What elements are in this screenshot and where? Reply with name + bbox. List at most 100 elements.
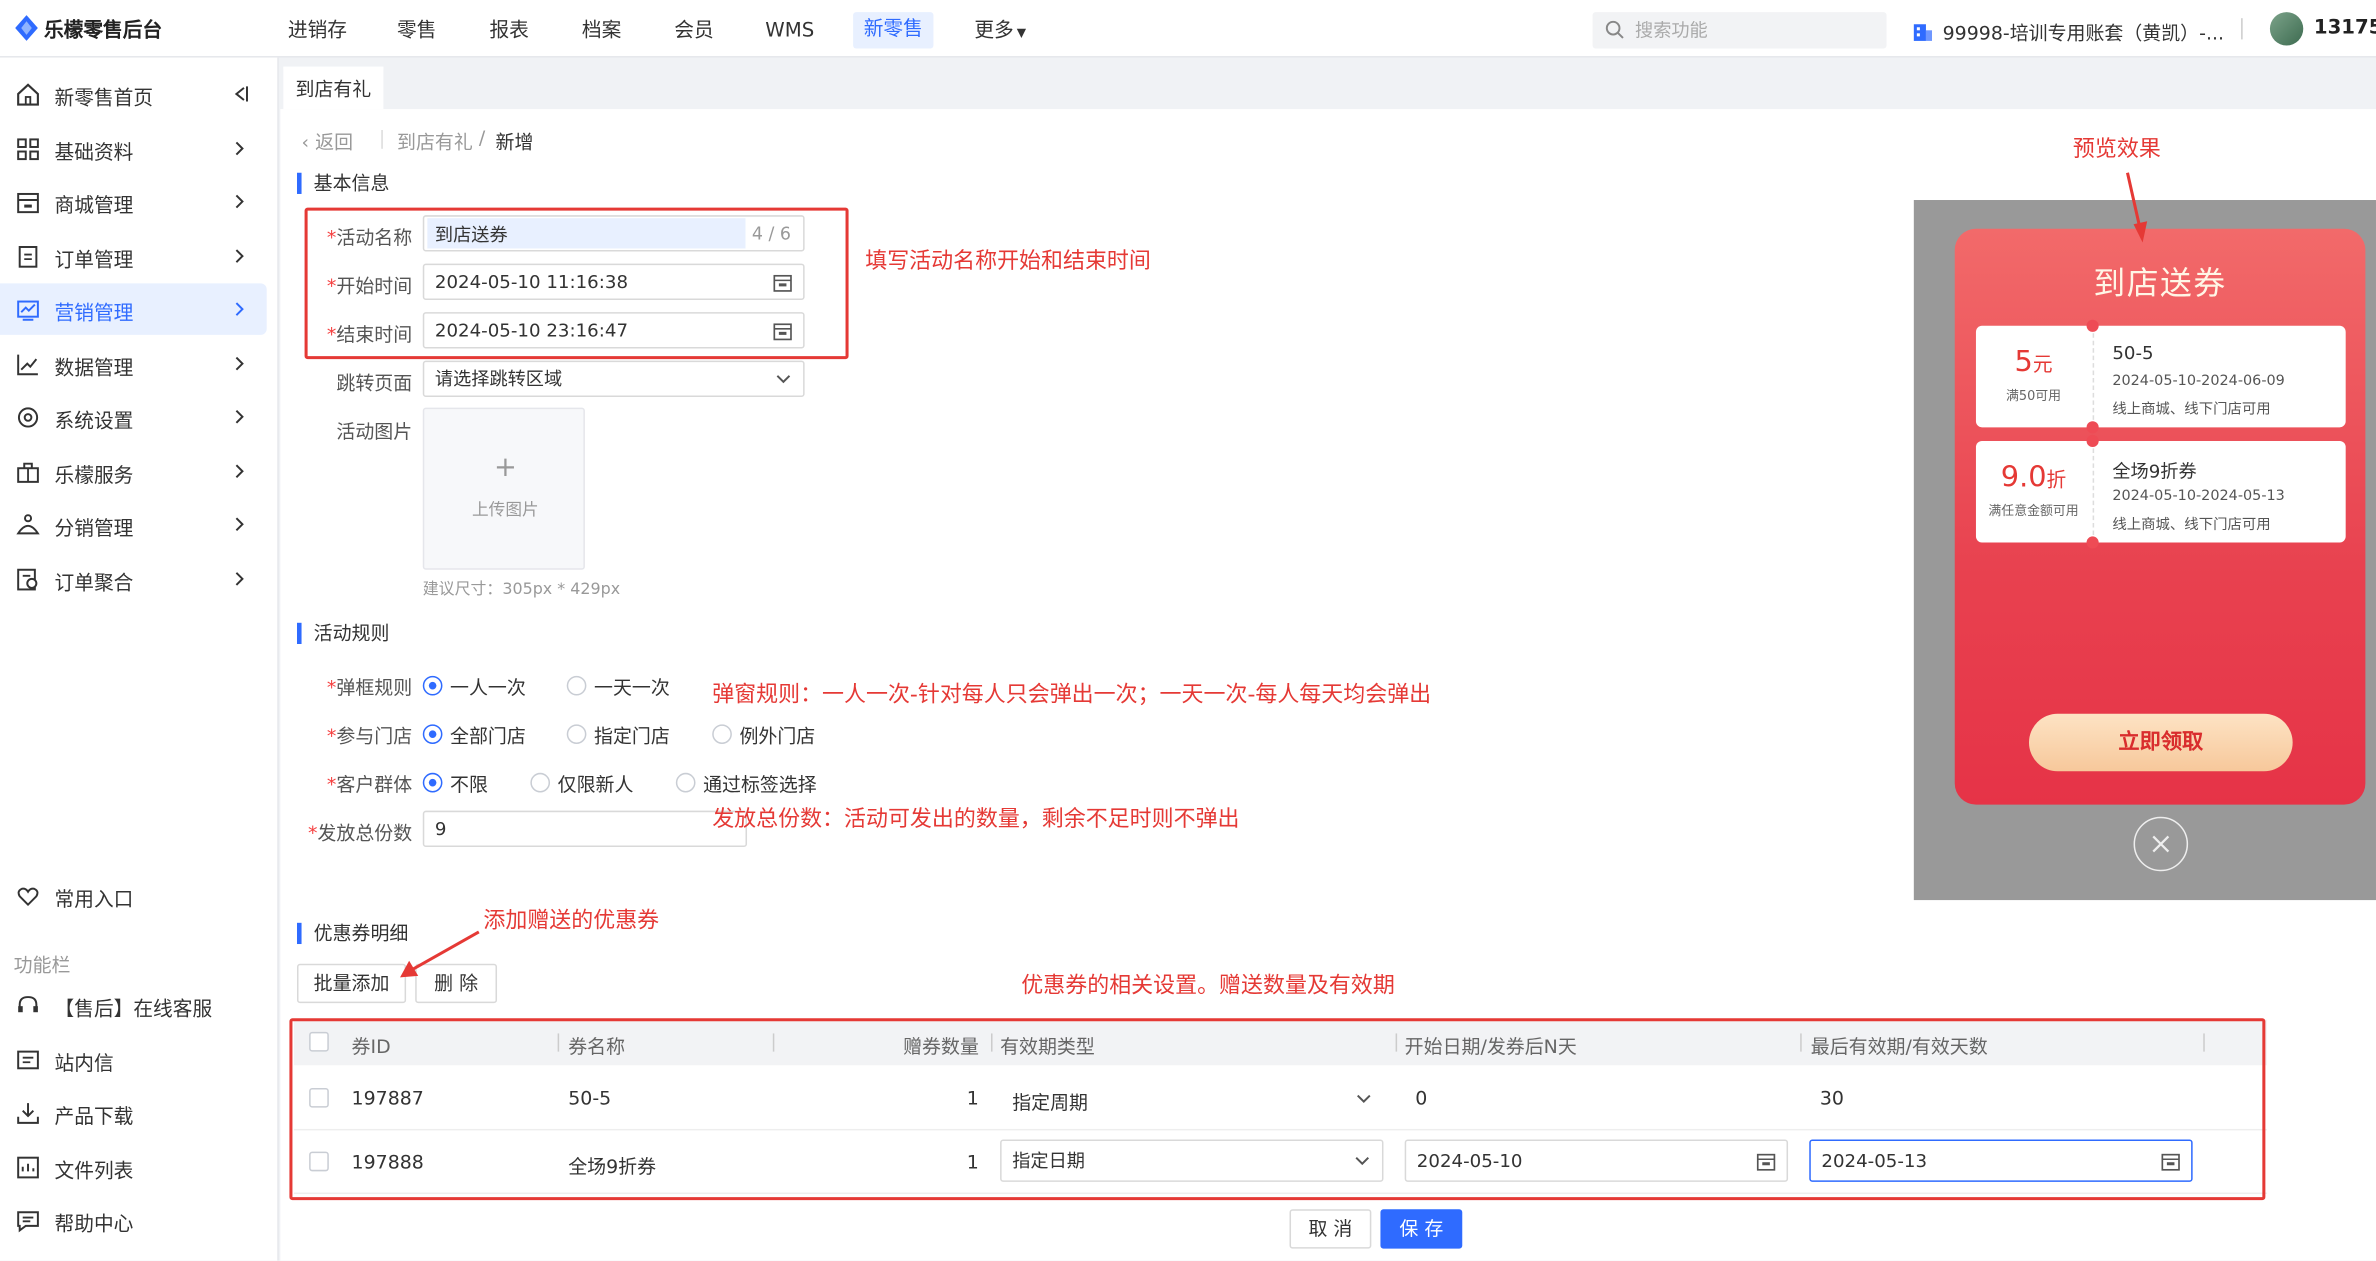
preview-popup-card: 到店送券 5元 满50可用 50-5 2024-05-10-2024-06-09…: [1954, 228, 2366, 805]
mail-icon: [17, 1050, 39, 1070]
sidebar-item-basic-data[interactable]: 基础资料: [0, 123, 267, 175]
coupon-title: 50-5: [2112, 342, 2154, 364]
sidebar-item-label: 订单管理: [54, 250, 134, 273]
search-icon: [1605, 20, 1624, 39]
func-section-label: 功能栏: [13, 953, 71, 976]
heart-icon: [17, 887, 39, 907]
nav-more-label: 更多: [974, 19, 1014, 43]
nav-jinxiaocun[interactable]: 进销存: [288, 15, 347, 48]
section-basic-info: 基本信息: [296, 172, 389, 194]
logo-icon: [15, 15, 38, 41]
breadcrumb-parent[interactable]: 到店有礼: [397, 126, 473, 155]
nav-more[interactable]: 更多 ▼: [974, 15, 1026, 48]
sidebar-item-mall[interactable]: 商城管理: [0, 176, 267, 228]
annotation-basic: 填写活动名称开始和结束时间: [865, 250, 1151, 275]
sidebar-item-orders[interactable]: 订单管理: [0, 230, 267, 282]
annotation-arrow-icon: [2126, 172, 2148, 243]
total-count-label: *发放总份数: [307, 821, 413, 845]
sidebar: 新零售首页 基础资料 商城管理 订单管理 营销管理 数据管理 系统设置 乐檬服务…: [0, 57, 279, 1261]
collapse-icon[interactable]: [230, 83, 248, 104]
sidebar-item-data[interactable]: 数据管理: [0, 338, 267, 390]
nav-member[interactable]: 会员: [674, 15, 713, 48]
plus-icon: +: [493, 451, 517, 484]
file-list-icon: [17, 1156, 39, 1179]
close-icon: [2152, 835, 2170, 853]
chevron-right-icon: [235, 464, 244, 479]
back-link[interactable]: ‹ 返回: [302, 126, 354, 155]
func-item-support[interactable]: 【售后】在线客服: [0, 979, 267, 1031]
activity-image-label: 活动图片: [336, 419, 413, 443]
common-entry[interactable]: 常用入口: [0, 870, 267, 922]
radio-dot: [566, 724, 587, 745]
sidebar-item-label: 数据管理: [54, 357, 134, 381]
jump-page-select[interactable]: 请选择跳转区域: [422, 360, 805, 398]
popup-once-per-person-radio[interactable]: 一人一次: [422, 671, 526, 700]
chevron-right-icon: [235, 409, 244, 424]
claim-now-button[interactable]: 立即领取: [2028, 713, 2293, 772]
func-item-label: 文件列表: [54, 1160, 134, 1184]
chart-icon: [17, 354, 38, 376]
all-stores-radio[interactable]: 全部门店: [422, 720, 526, 749]
coupon-separator: [2092, 440, 2095, 543]
preview-close-button[interactable]: [2133, 816, 2189, 872]
chevron-right-icon: [235, 141, 244, 156]
preview-panel: 到店送券 5元 满50可用 50-5 2024-05-10-2024-06-09…: [1913, 200, 2376, 901]
group-unlimited-radio[interactable]: 不限: [422, 768, 488, 797]
headset-icon: [18, 996, 38, 1013]
building-icon: [1913, 23, 1933, 41]
preview-title: 到店送券: [2093, 265, 2227, 302]
preview-coupon: 5元 满50可用 50-5 2024-05-10-2024-06-09 线上商城…: [1975, 319, 2346, 434]
popup-once-per-day-radio[interactable]: 一天一次: [566, 671, 670, 700]
annotation-add-coupon: 添加赠送的优惠券: [483, 909, 660, 934]
sidebar-item-marketing[interactable]: 营销管理: [0, 283, 267, 335]
caret-down-icon: ▼: [1016, 25, 1027, 40]
coupon-separator: [2092, 325, 2095, 428]
store-label: *参与门店: [326, 724, 413, 748]
coupon-amount: 5元: [2014, 345, 2053, 379]
nav-archive[interactable]: 档案: [582, 15, 621, 48]
coupon-dates: 2024-05-10-2024-06-09: [2112, 372, 2285, 390]
chevron-right-icon: [235, 249, 244, 263]
coupon-notch: [2086, 434, 2099, 448]
aggregate-icon: [17, 568, 38, 591]
coupon-amount: 9.0折: [2000, 460, 2067, 494]
home-icon: [17, 83, 39, 106]
func-item-download[interactable]: 产品下载: [0, 1086, 267, 1138]
nav-retail[interactable]: 零售: [397, 15, 436, 48]
group-new-only-radio[interactable]: 仅限新人: [530, 768, 633, 797]
help-icon: [17, 1211, 39, 1233]
sidebar-item-aggregate[interactable]: 订单聚合: [0, 553, 267, 605]
annotation-coupon-settings: 优惠券的相关设置。赠送数量及有效期: [1021, 974, 1395, 999]
annotation-box-table: [289, 1018, 2266, 1201]
radio-dot: [566, 675, 587, 696]
breadcrumb-separator: /: [478, 125, 486, 149]
save-button[interactable]: 保 存: [1380, 1209, 1463, 1249]
image-uploader[interactable]: + 上传图片: [422, 407, 585, 570]
sidebar-item-home[interactable]: 新零售首页: [0, 68, 267, 120]
avatar[interactable]: [2269, 12, 2304, 46]
user-id[interactable]: 131759: [2314, 17, 2376, 40]
nav-new-retail[interactable]: 新零售: [853, 12, 934, 49]
func-item-help[interactable]: 帮助中心: [0, 1194, 267, 1246]
nav-wms[interactable]: WMS: [765, 15, 814, 48]
func-item-files[interactable]: 文件列表: [0, 1141, 267, 1193]
common-entry-label: 常用入口: [54, 889, 134, 913]
search-input[interactable]: 搜索功能: [1592, 12, 1887, 49]
excluded-stores-radio[interactable]: 例外门店: [712, 720, 815, 749]
brand-logo[interactable]: 乐檬零售后台: [15, 14, 162, 43]
total-count-input[interactable]: 9: [422, 810, 748, 848]
func-item-label: 产品下载: [54, 1106, 134, 1129]
group-by-tag-radio[interactable]: 通过标签选择: [675, 768, 817, 797]
batch-add-button[interactable]: 批量添加: [296, 963, 407, 1004]
account-switcher[interactable]: 99998-培训专用账套（黄凯）-...: [1912, 17, 2224, 46]
chevron-left-icon: ‹: [301, 130, 310, 154]
specified-stores-radio[interactable]: 指定门店: [566, 720, 670, 749]
func-item-messages[interactable]: 站内信: [0, 1033, 267, 1085]
tab-store-gift[interactable]: 到店有礼: [283, 66, 384, 110]
sidebar-item-service[interactable]: 乐檬服务: [0, 445, 267, 497]
sidebar-item-settings[interactable]: 系统设置: [0, 391, 267, 443]
settings-icon: [17, 407, 39, 428]
nav-reports[interactable]: 报表: [489, 15, 528, 48]
sidebar-item-distribution[interactable]: 分销管理: [0, 499, 267, 551]
cancel-button[interactable]: 取 消: [1289, 1209, 1372, 1249]
